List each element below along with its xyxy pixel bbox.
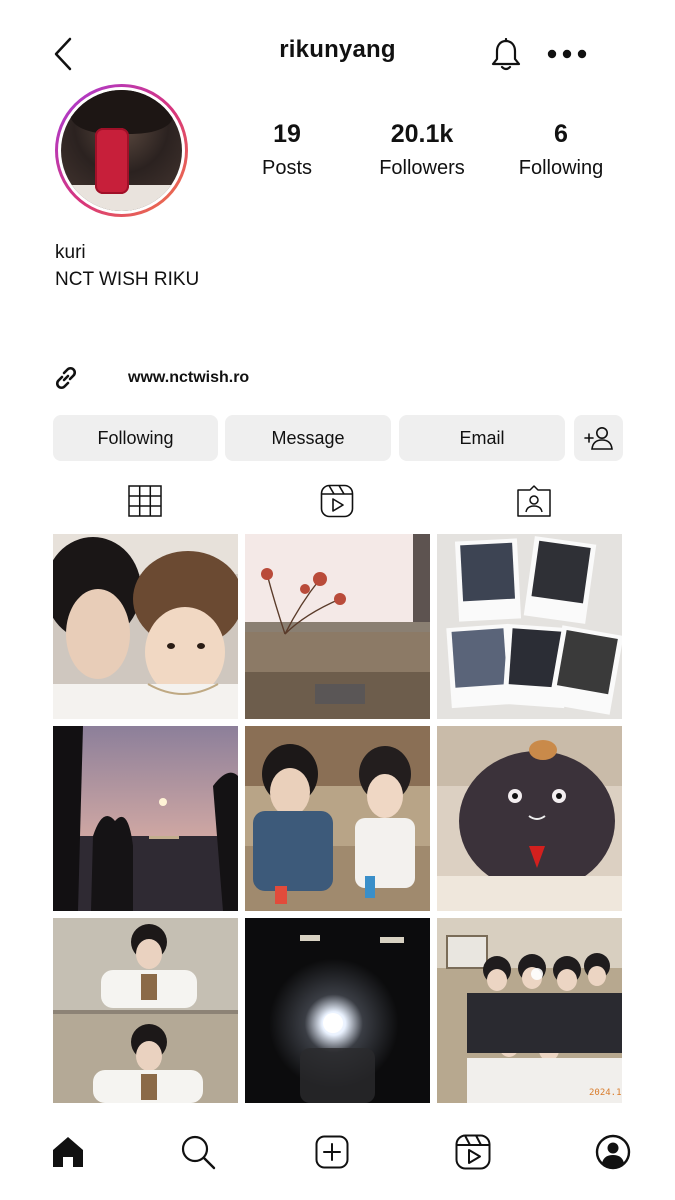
posts-count[interactable]: 19 Posts [246, 120, 328, 180]
post-image-flowers [245, 534, 430, 719]
bell-icon [491, 38, 521, 71]
post-image-flash-selfie [245, 918, 430, 1103]
profile-link[interactable]: www.nctwish.ro [52, 362, 249, 394]
more-horizontal-icon [547, 49, 587, 59]
nav-home[interactable] [46, 1130, 90, 1174]
nav-search[interactable] [176, 1130, 220, 1174]
post-thumbnail[interactable] [53, 918, 238, 1103]
home-icon [53, 1137, 83, 1167]
post-thumbnail[interactable] [53, 534, 238, 719]
post-image-kiss-selfie [53, 534, 238, 719]
profile-link-text: www.nctwish.ro [128, 369, 250, 386]
following-label: Following [518, 157, 604, 179]
tab-reels[interactable] [317, 482, 357, 520]
email-button[interactable]: Email [399, 415, 565, 461]
avatar-border [58, 87, 185, 214]
following-count[interactable]: 6 Following [512, 120, 610, 180]
post-image-plush-toy [437, 726, 622, 911]
post-thumbnail[interactable] [245, 918, 430, 1103]
message-button[interactable]: Message [225, 415, 391, 461]
post-thumbnail[interactable]: 2024.1 [437, 918, 622, 1103]
create-icon [315, 1135, 349, 1169]
reels-icon [455, 1134, 491, 1170]
profile-icon [595, 1134, 631, 1170]
post-date-stamp: 2024.1 [589, 1088, 622, 1098]
post-image-group-photo: 2024.1 [437, 918, 622, 1103]
followers-label: Followers [379, 157, 465, 179]
followers-count[interactable]: 20.1k Followers [370, 120, 474, 180]
post-image-drink-collage [53, 918, 238, 1103]
post-thumbnail[interactable] [53, 726, 238, 911]
following-button[interactable]: Following [53, 415, 218, 461]
post-image-polaroids [437, 534, 622, 719]
avatar-phone [95, 128, 129, 194]
post-thumbnail[interactable] [245, 534, 430, 719]
tab-posts-grid[interactable] [125, 482, 165, 520]
post-thumbnail[interactable] [437, 726, 622, 911]
post-thumbnail[interactable] [437, 534, 622, 719]
nav-reels[interactable] [451, 1130, 495, 1174]
suggested-accounts-button[interactable] [574, 415, 623, 461]
profile-avatar[interactable] [55, 84, 188, 217]
following-value: 6 [554, 120, 568, 148]
tab-tagged[interactable] [514, 482, 554, 520]
nav-profile[interactable] [591, 1130, 635, 1174]
add-user-icon [583, 427, 613, 450]
top-bar: rikunyang [0, 0, 675, 100]
post-image-floor-friends [245, 726, 430, 911]
more-options-button[interactable] [543, 42, 591, 66]
posts-value: 19 [273, 120, 301, 148]
notifications-button[interactable] [488, 36, 524, 74]
avatar-photo [61, 90, 182, 211]
link-icon [52, 364, 80, 392]
followers-value: 20.1k [390, 120, 454, 148]
tagged-icon [517, 485, 551, 517]
post-image-sunset [53, 726, 238, 911]
search-icon [181, 1135, 216, 1170]
posts-grid: 2024.1 [53, 534, 623, 1104]
profile-display-name: kuri [55, 242, 86, 263]
reels-icon [320, 484, 354, 518]
grid-icon [128, 485, 162, 517]
profile-bio: NCT WISH RIKU [55, 269, 200, 290]
posts-label: Posts [261, 157, 313, 179]
bottom-navigation [0, 1110, 675, 1200]
nav-create[interactable] [310, 1130, 354, 1174]
post-thumbnail[interactable] [245, 726, 430, 911]
